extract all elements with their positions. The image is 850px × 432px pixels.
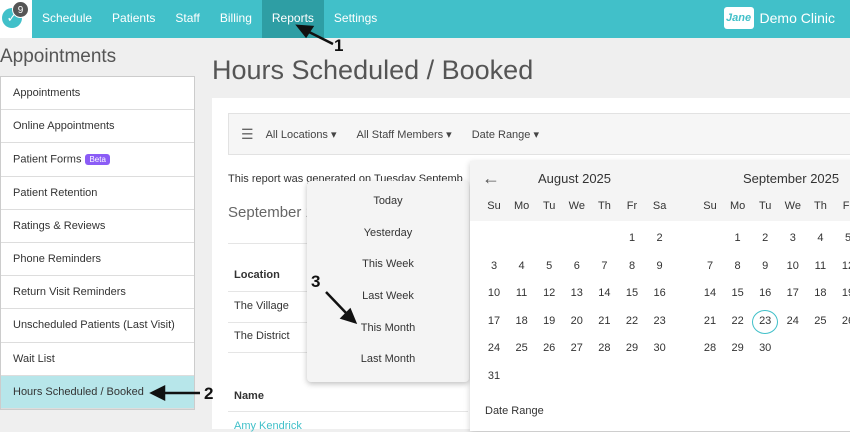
arrow-3 (325, 291, 349, 316)
annotation-arrows (149, 24, 358, 402)
